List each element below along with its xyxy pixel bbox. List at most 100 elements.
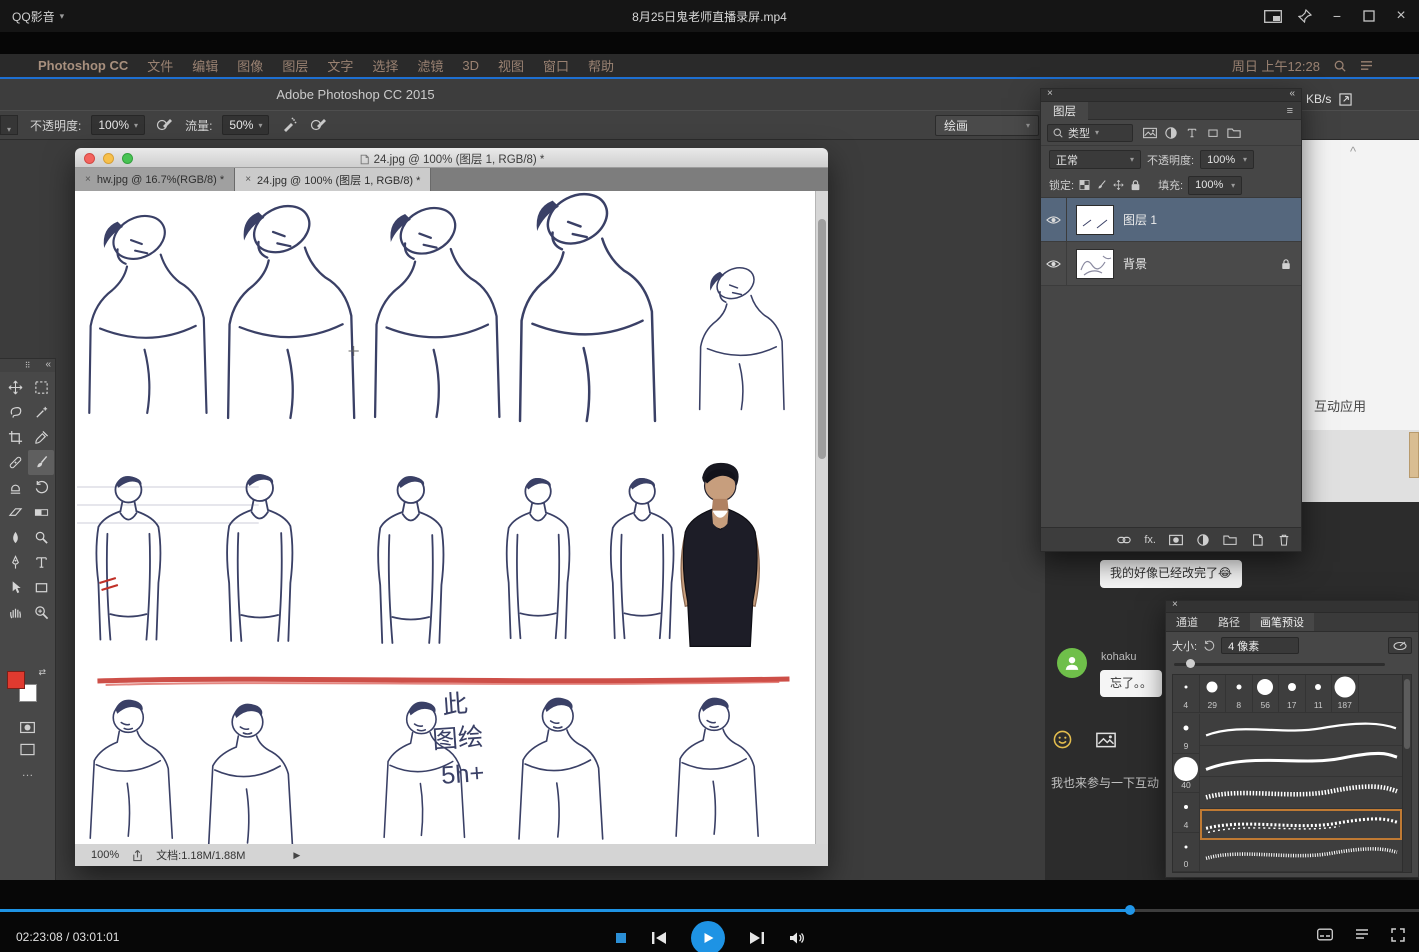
type-tool[interactable]	[28, 550, 54, 575]
history-brush-tool[interactable]	[28, 475, 54, 500]
tab-hw-jpg[interactable]: × hw.jpg @ 16.7%(RGB/8) *	[75, 168, 235, 191]
zoom-tool[interactable]	[28, 600, 54, 625]
menu-filter[interactable]: 滤镜	[417, 56, 443, 75]
lock-position-icon[interactable]	[1113, 179, 1124, 191]
brush-preset[interactable]: 8	[1226, 675, 1253, 712]
new-group-icon[interactable]	[1223, 534, 1237, 546]
menu-window[interactable]: 窗口	[543, 56, 569, 75]
blend-mode-dropdown[interactable]: 正常 ▾	[1049, 150, 1141, 169]
document-titlebar[interactable]: 24.jpg @ 100% (图层 1, RGB/8) *	[75, 148, 828, 168]
workspace-switcher[interactable]: 绘画 ▾	[935, 115, 1039, 136]
menu-view[interactable]: 视图	[498, 56, 524, 75]
fill-field[interactable]: 100% ▾	[1188, 176, 1242, 195]
close-icon[interactable]: ×	[1047, 88, 1053, 99]
layer-filter-dropdown[interactable]: 类型 ▾	[1047, 124, 1133, 142]
lock-all-icon[interactable]	[1130, 179, 1141, 191]
healing-brush-tool[interactable]	[2, 450, 28, 475]
pen-tool[interactable]	[2, 550, 28, 575]
pin-button[interactable]	[1289, 0, 1321, 32]
tab-paths[interactable]: 路径	[1208, 613, 1250, 631]
volume-button[interactable]	[789, 931, 805, 945]
image-upload-icon[interactable]	[1096, 732, 1116, 748]
screen-mode-icon[interactable]	[20, 743, 35, 756]
chevron-up-icon[interactable]: ^	[1350, 144, 1356, 159]
menu-list-icon[interactable]	[1360, 60, 1373, 71]
brush-size-field[interactable]: 4 像素	[1221, 637, 1299, 654]
lasso-tool[interactable]	[2, 400, 28, 425]
menu-file[interactable]: 文件	[147, 56, 173, 75]
collapse-icon[interactable]: «	[45, 359, 51, 370]
ps-app-menu[interactable]: Photoshop CC	[38, 58, 128, 73]
brush-preset-stroke[interactable]	[1200, 840, 1402, 872]
seek-bar[interactable]	[0, 909, 1419, 912]
visibility-toggle[interactable]	[1041, 198, 1067, 241]
brush-scrollbar[interactable]	[1402, 675, 1411, 872]
menu-3d[interactable]: 3D	[462, 58, 479, 73]
add-mask-icon[interactable]	[1169, 534, 1183, 546]
delete-layer-icon[interactable]	[1277, 534, 1291, 546]
gradient-tool[interactable]	[28, 500, 54, 525]
play-pause-button[interactable]	[691, 921, 725, 952]
close-icon[interactable]: ×	[85, 174, 91, 185]
layer-row-layer1[interactable]: 图层 1	[1041, 198, 1301, 242]
quick-mask-icon[interactable]	[20, 721, 35, 734]
adjustment-layer-icon[interactable]	[1196, 534, 1210, 546]
brush-tool[interactable]	[28, 450, 54, 475]
brush-preset[interactable]: 4	[1173, 675, 1200, 712]
fullscreen-icon[interactable]	[1391, 928, 1405, 942]
brush-preset-stroke-selected[interactable]	[1200, 809, 1402, 841]
canvas-area[interactable]: 此 图绘 5h+	[75, 191, 828, 844]
maximize-button[interactable]	[1353, 0, 1385, 32]
brush-preset[interactable]: 187	[1332, 675, 1359, 712]
collapse-icon[interactable]: «	[1289, 88, 1295, 99]
hand-tool[interactable]	[2, 600, 28, 625]
filter-smart-icon[interactable]	[1227, 127, 1241, 139]
collapsed-side-tab[interactable]	[1409, 432, 1419, 478]
layer-thumbnail[interactable]	[1076, 205, 1114, 235]
brush-preset-picker[interactable]: ▾	[0, 115, 18, 135]
visibility-toggle[interactable]	[1041, 242, 1067, 285]
tab-channels[interactable]: 通道	[1166, 613, 1208, 631]
brush-preset[interactable]: 11	[1306, 675, 1333, 712]
filter-type-icon[interactable]	[1185, 127, 1199, 139]
spotlight-search-icon[interactable]	[1334, 60, 1346, 72]
playlist-icon[interactable]	[1355, 928, 1369, 940]
filter-shape-icon[interactable]	[1206, 127, 1220, 139]
slider-handle[interactable]	[1186, 659, 1195, 668]
brush-preset-stroke[interactable]	[1200, 777, 1402, 809]
opacity-field[interactable]: 100% ▾	[91, 115, 145, 135]
layer-opacity-field[interactable]: 100% ▾	[1200, 150, 1254, 169]
brush-preset[interactable]: 40	[1173, 754, 1199, 794]
close-icon[interactable]: ×	[245, 174, 251, 185]
layer-name[interactable]: 背景	[1123, 255, 1147, 272]
path-select-tool[interactable]	[2, 575, 28, 600]
brush-preset[interactable]: 0	[1173, 833, 1199, 873]
more-tools-icon[interactable]: …	[22, 765, 34, 779]
scrollbar-thumb[interactable]	[1404, 679, 1410, 749]
layer-thumbnail[interactable]	[1076, 249, 1114, 279]
emoji-icon[interactable]	[1053, 730, 1072, 749]
status-options-arrow[interactable]: ▶	[293, 850, 300, 861]
brush-size-slider[interactable]	[1172, 658, 1412, 671]
panel-menu-icon[interactable]: ≡	[1287, 105, 1293, 117]
share-export-icon[interactable]	[131, 849, 144, 862]
move-tool[interactable]	[2, 375, 28, 400]
brush-tip-angle-button[interactable]	[1388, 637, 1412, 654]
menu-help[interactable]: 帮助	[588, 56, 614, 75]
link-layers-icon[interactable]	[1117, 534, 1131, 546]
filter-image-icon[interactable]	[1143, 127, 1157, 139]
next-button[interactable]	[749, 931, 765, 945]
brush-preset[interactable]: 9	[1173, 714, 1199, 754]
blur-tool[interactable]	[2, 525, 28, 550]
tab-layers[interactable]: 图层	[1041, 102, 1088, 120]
dodge-tool[interactable]	[28, 525, 54, 550]
pressure-size-icon[interactable]	[309, 117, 329, 133]
lock-pixels-icon[interactable]	[1096, 179, 1107, 191]
airbrush-icon[interactable]	[279, 117, 299, 133]
clone-stamp-tool[interactable]	[2, 475, 28, 500]
stop-button[interactable]	[615, 932, 627, 944]
seek-handle[interactable]	[1125, 905, 1135, 915]
slider-track[interactable]	[1174, 663, 1385, 666]
expand-window-icon[interactable]	[1339, 93, 1352, 106]
reset-size-icon[interactable]	[1203, 640, 1215, 652]
